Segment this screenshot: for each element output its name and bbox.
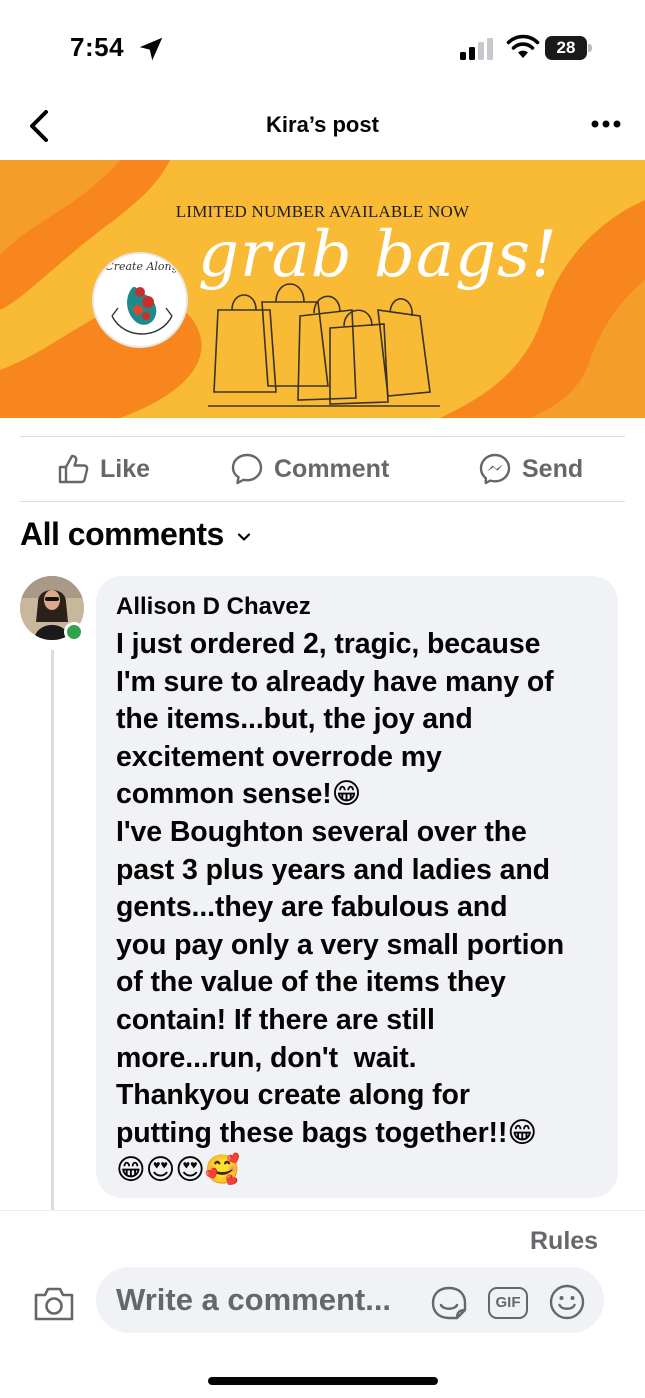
camera-icon[interactable] [32, 1283, 76, 1323]
page-title: Kira’s post [266, 112, 379, 137]
like-button[interactable]: Like [56, 451, 150, 487]
location-arrow-icon [139, 37, 163, 61]
battery-level: 28 [545, 36, 587, 60]
logo-graphic [111, 286, 173, 335]
post-banner-image[interactable]: LIMITED NUMBER AVAILABLE NOW grab bags! … [0, 160, 645, 418]
post-action-bar: Like Comment Send [20, 436, 625, 502]
home-indicator [208, 1377, 438, 1385]
comments-filter-dropdown[interactable]: All comments [20, 514, 252, 554]
smiley-icon[interactable] [548, 1283, 586, 1321]
comments-filter-label: All comments [20, 515, 224, 552]
send-label: Send [522, 454, 584, 483]
send-button[interactable]: Send [478, 451, 583, 487]
messenger-icon [479, 453, 511, 485]
status-bar: 7:54 28 [0, 0, 645, 96]
chevron-down-icon [237, 533, 250, 541]
comment-author[interactable]: Allison D Chavez [116, 592, 604, 622]
speech-bubble-icon [231, 453, 263, 485]
like-label: Like [100, 454, 151, 483]
status-time: 7:54 [70, 32, 125, 62]
nav-bar: Kira’s post [0, 96, 645, 158]
more-dots-icon[interactable] [588, 110, 624, 138]
online-status-dot [64, 622, 84, 642]
battery-tip [588, 44, 592, 52]
comment-text: I just ordered 2, tragic, because I'm su… [116, 628, 565, 1187]
gif-icon[interactable]: GIF [488, 1287, 528, 1319]
rules-link[interactable]: Rules [530, 1227, 598, 1256]
banner-headline: grab bags! [198, 218, 558, 292]
comment-bubble: Allison D Chavez I just ordered 2, tragi… [96, 576, 618, 1198]
create-along-logo: Create Along [92, 252, 188, 348]
cellular-signal-icon [460, 38, 493, 60]
wifi-icon [506, 34, 540, 58]
gif-label: GIF [495, 1294, 521, 1311]
comment-label: Comment [274, 454, 390, 483]
thread-line [51, 650, 54, 1210]
thumbs-up-icon [58, 454, 89, 484]
comment-button[interactable]: Comment [230, 451, 389, 487]
comment-composer: Rules GIF [0, 1210, 645, 1398]
sticker-icon[interactable] [430, 1285, 468, 1321]
battery-indicator: 28 [545, 36, 593, 60]
